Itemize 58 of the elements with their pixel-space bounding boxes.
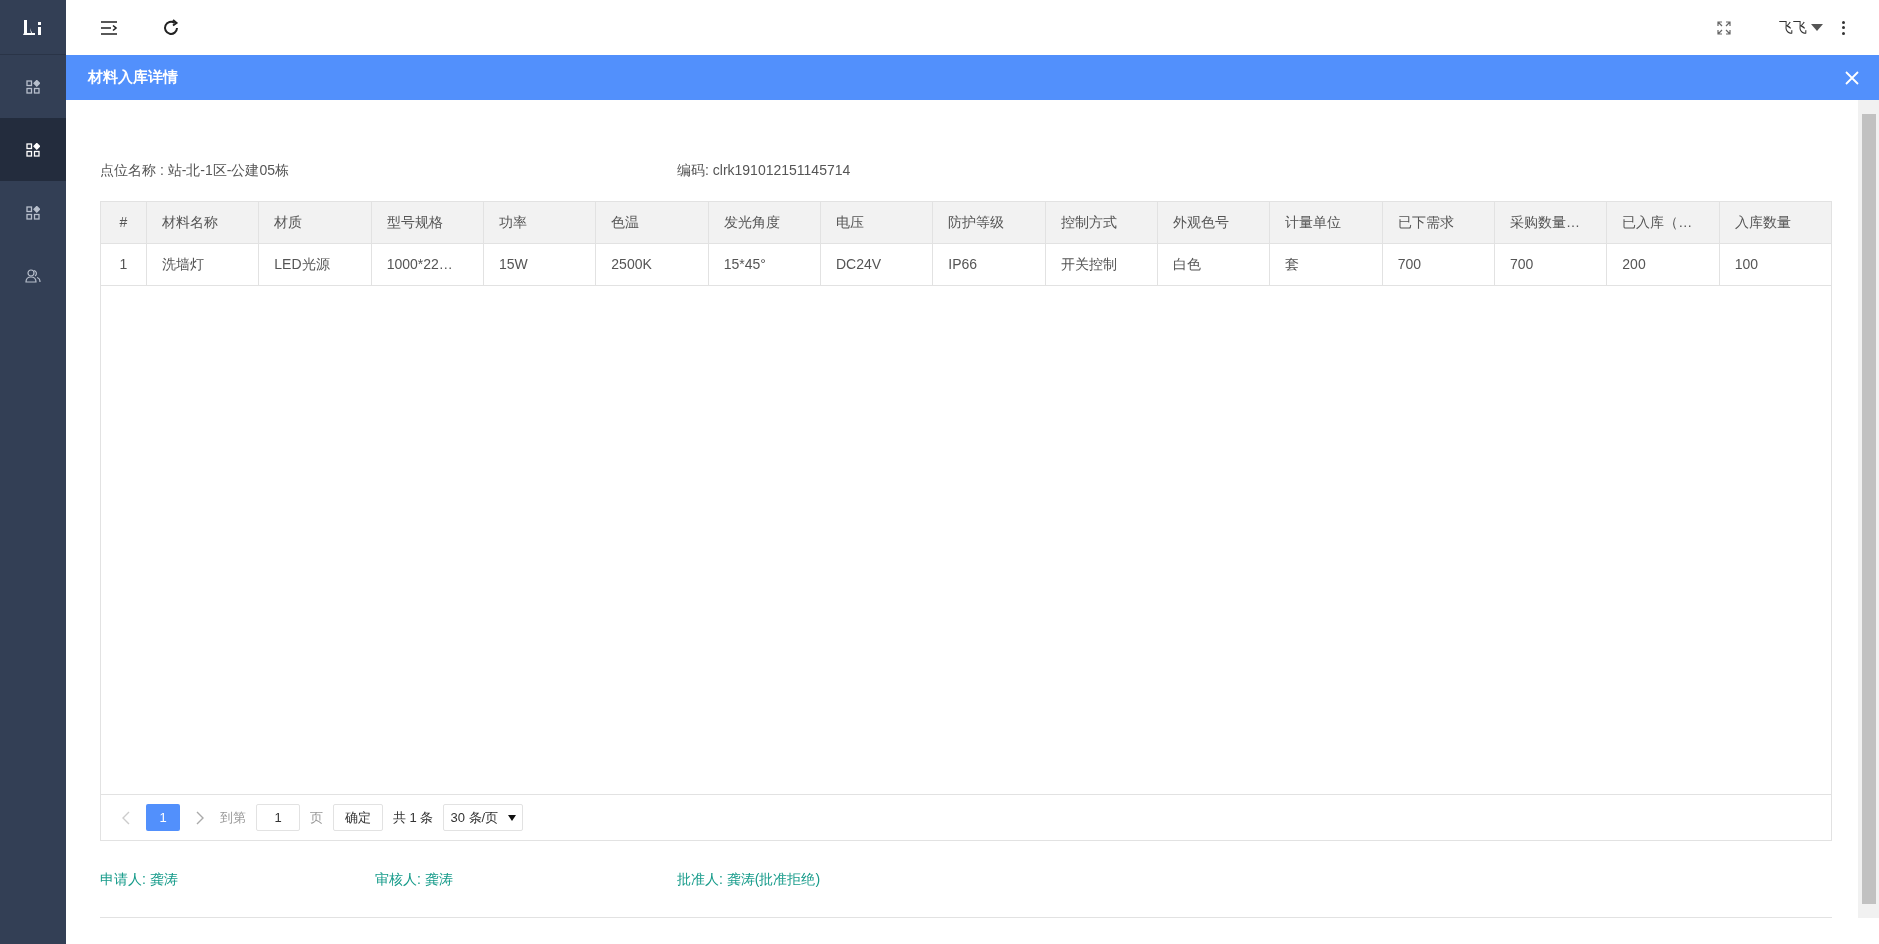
column-header: 材料名称	[146, 202, 259, 243]
column-header: 电压	[820, 202, 933, 243]
column-header: 控制方式	[1044, 202, 1157, 243]
column-header: 采购数量…	[1494, 202, 1607, 243]
table-cell: 700	[1381, 244, 1494, 285]
column-header: 外观色号	[1157, 202, 1270, 243]
column-header: #	[118, 213, 129, 232]
column-header: 功率	[483, 202, 596, 243]
column-header: 已入库（…	[1606, 202, 1719, 243]
column-header: 材质	[258, 202, 371, 243]
table-cell: 1000*22…	[370, 244, 483, 285]
signature-text: 批准人: 龚涛(批准拒绝)	[677, 870, 821, 889]
caret-icon	[1811, 23, 1823, 32]
column-header: 已下需求	[1381, 202, 1494, 243]
table-cell: LED光源	[258, 244, 371, 285]
fullscreen-icon[interactable]	[1717, 20, 1731, 35]
refresh-icon[interactable]	[162, 18, 180, 37]
total-count: 共 1 条	[393, 808, 434, 827]
table-cell: 700	[1494, 244, 1607, 285]
table-cell: 洗墙灯	[146, 244, 259, 285]
table-cell: 200	[1606, 244, 1719, 285]
confirm-button[interactable]: 确定	[333, 804, 383, 831]
table-cell: IP66	[932, 244, 1045, 285]
table-cell-text: 1	[118, 255, 129, 274]
signature-text: 申请人: 龚涛	[100, 870, 179, 889]
column-header: 入库数量	[1718, 202, 1831, 243]
goto-label: 到第	[220, 808, 246, 827]
menu-toggle-icon[interactable]	[100, 19, 118, 36]
table-cell: 100	[1718, 244, 1831, 285]
logo-icon	[22, 19, 44, 35]
user-menu[interactable]: 飞飞	[1779, 17, 1823, 38]
table-cell: DC24V	[820, 244, 933, 285]
page-size-select[interactable]: 30 条/页	[443, 804, 524, 831]
page-input[interactable]: 1	[256, 804, 300, 831]
column-header: 发光角度	[707, 202, 820, 243]
column-header: 计量单位	[1269, 202, 1382, 243]
table-cell: 15*45°	[707, 244, 820, 285]
close-icon[interactable]	[1845, 70, 1859, 85]
caret-icon	[508, 814, 517, 821]
dialog-title: 材料入库详情	[88, 67, 178, 88]
table-cell: 开关控制	[1044, 244, 1157, 285]
info-text: 编码: clrk191012151145714	[677, 161, 852, 180]
table-cell: 15W	[483, 244, 596, 285]
page-unit: 页	[310, 808, 323, 827]
column-header: 色温	[595, 202, 708, 243]
column-header: 防护等级	[932, 202, 1045, 243]
sidebar-item[interactable]	[0, 118, 66, 181]
grid-icon	[26, 79, 40, 94]
column-header: 型号规格	[370, 202, 483, 243]
table-cell: 套	[1269, 244, 1382, 285]
users-icon	[25, 268, 41, 283]
table-cell: 2500K	[595, 244, 708, 285]
more-icon[interactable]	[1841, 20, 1845, 35]
table-cell: 白色	[1157, 244, 1270, 285]
info-text: 点位名称 : 站-北-1区-公建05栋	[100, 161, 290, 180]
signature-text: 审核人: 龚涛	[375, 870, 454, 889]
grid-icon	[26, 142, 40, 157]
grid-icon	[26, 205, 40, 220]
